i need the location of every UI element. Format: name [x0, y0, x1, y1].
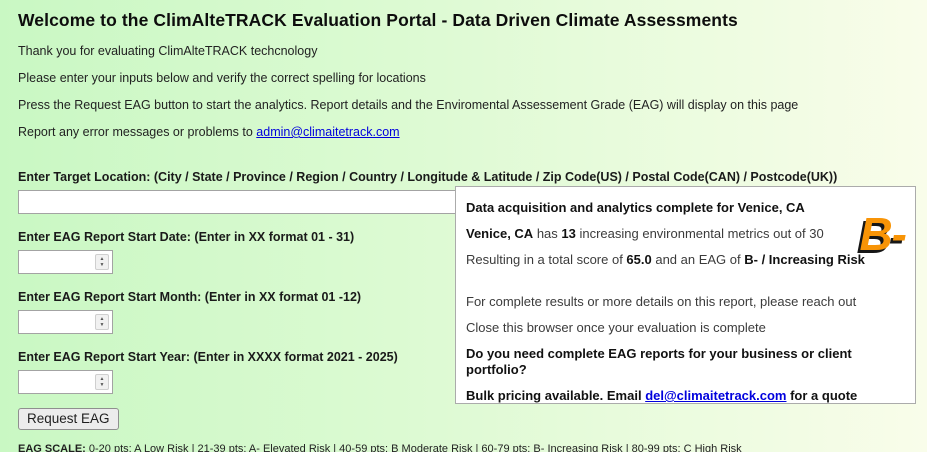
- start-date-field: ▲ ▼: [18, 250, 113, 274]
- sales-email-link[interactable]: del@climaitetrack.com: [645, 388, 786, 403]
- eag-scale-label: EAG SCALE:: [18, 443, 86, 452]
- result-metrics-mid: has: [533, 226, 561, 241]
- result-metrics-rest: increasing environmental metrics out of …: [576, 226, 824, 241]
- result-metrics-line: Venice, CA has 13 increasing environment…: [466, 226, 905, 242]
- intro-report-problems: Report any error messages or problems to…: [18, 125, 909, 140]
- result-score-mid: and an EAG of: [652, 252, 745, 267]
- start-date-spinner[interactable]: ▲ ▼: [95, 254, 109, 270]
- spinner-up-icon[interactable]: ▲: [100, 377, 105, 382]
- spinner-up-icon[interactable]: ▲: [100, 257, 105, 262]
- result-complete-line: Data acquisition and analytics complete …: [466, 200, 905, 216]
- admin-email-link[interactable]: admin@climaitetrack.com: [256, 125, 399, 139]
- spinner-up-icon[interactable]: ▲: [100, 317, 105, 322]
- climaltetrack-portal-page: Welcome to the ClimAlteTRACK Evaluation …: [0, 0, 927, 452]
- start-year-field: ▲ ▼: [18, 370, 113, 394]
- eag-scale-text-1: 0-20 pts: A Low Risk | 21-39 pts: A- Ele…: [86, 443, 742, 452]
- target-location-input[interactable]: [18, 190, 458, 214]
- spinner-down-icon[interactable]: ▼: [100, 383, 105, 388]
- eag-grade-badge: B-: [859, 207, 906, 261]
- result-bulk-question: Do you need complete EAG reports for you…: [466, 346, 905, 378]
- result-score-value: 65.0: [626, 252, 651, 267]
- spinner-down-icon[interactable]: ▼: [100, 263, 105, 268]
- bulk-post: for a quote: [786, 388, 857, 403]
- report-problems-text: Report any error messages or problems to: [18, 125, 256, 139]
- eag-scale-line-1: EAG SCALE: 0-20 pts: A Low Risk | 21-39 …: [18, 443, 909, 452]
- target-location-label: Enter Target Location: (City / State / P…: [18, 170, 909, 185]
- results-panel: Data acquisition and analytics complete …: [455, 186, 916, 404]
- result-score-pre: Resulting in a total score of: [466, 252, 626, 267]
- intro-thank-you: Thank you for evaluating ClimAlteTRACK t…: [18, 44, 909, 59]
- intro-instructions: Please enter your inputs below and verif…: [18, 71, 909, 86]
- result-eag-grade-text: B- / Increasing Risk: [744, 252, 865, 267]
- intro-press-button: Press the Request EAG button to start th…: [18, 98, 909, 113]
- result-reach-out: For complete results or more details on …: [466, 294, 905, 310]
- result-close-note: Close this browser once your evaluation …: [466, 320, 905, 336]
- result-score-line: Resulting in a total score of 65.0 and a…: [466, 252, 905, 268]
- request-eag-button[interactable]: Request EAG: [18, 408, 119, 430]
- result-city: Venice, CA: [466, 226, 533, 241]
- start-month-field: ▲ ▼: [18, 310, 113, 334]
- start-year-spinner[interactable]: ▲ ▼: [95, 374, 109, 390]
- result-bulk-line: Bulk pricing available. Email del@climai…: [466, 388, 905, 404]
- result-metrics-count: 13: [561, 226, 575, 241]
- spinner-down-icon[interactable]: ▼: [100, 323, 105, 328]
- bulk-pre: Bulk pricing available. Email: [466, 388, 645, 403]
- start-month-spinner[interactable]: ▲ ▼: [95, 314, 109, 330]
- page-title: Welcome to the ClimAlteTRACK Evaluation …: [18, 10, 909, 31]
